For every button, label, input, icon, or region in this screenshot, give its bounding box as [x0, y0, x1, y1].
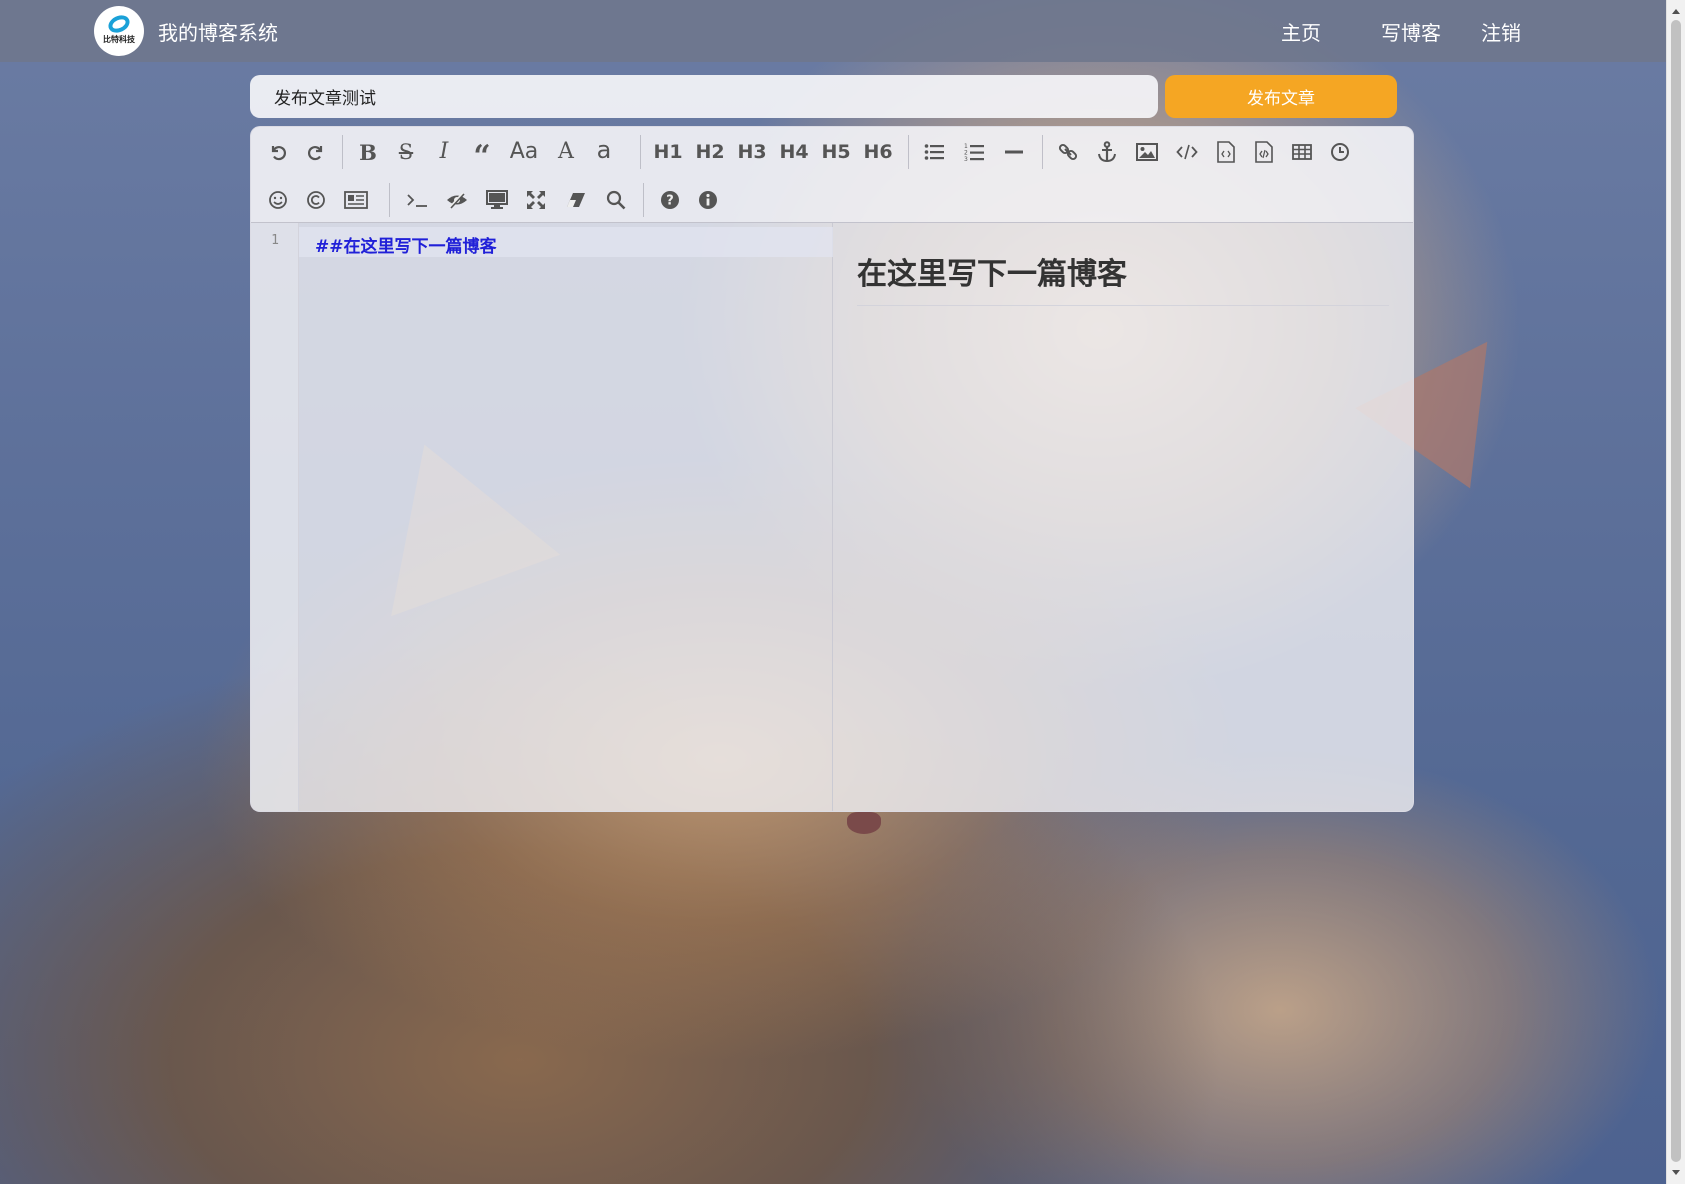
line-number: 1 [271, 233, 279, 248]
svg-text:3: 3 [964, 156, 968, 162]
site-title: 我的博客系统 [158, 21, 278, 45]
scroll-down-arrow-icon[interactable] [1672, 1170, 1680, 1175]
search-icon[interactable] [603, 185, 629, 215]
preformatted-code-icon[interactable] [1213, 137, 1239, 167]
h5-button[interactable]: H5 [821, 137, 851, 167]
datetime-icon[interactable] [1327, 137, 1353, 167]
scroll-up-arrow-icon[interactable] [1672, 9, 1680, 14]
code-block-icon[interactable] [1251, 137, 1277, 167]
toolbar-row: ? [251, 175, 1413, 223]
editor-toolbar: B S I “ Aa A a H1 H2 H3 H4 H5 H6 1 2 3 ? [251, 127, 1413, 223]
uppercase-icon[interactable]: Aa [507, 137, 541, 167]
redo-icon[interactable] [303, 137, 329, 167]
link-icon[interactable] [1055, 137, 1081, 167]
goto-line-icon[interactable] [403, 185, 431, 215]
article-title-input[interactable] [250, 75, 1158, 118]
toolbar-divider [643, 183, 644, 217]
table-icon[interactable] [1289, 137, 1315, 167]
info-icon[interactable] [695, 185, 721, 215]
toolbar-divider [640, 135, 641, 169]
svg-text:?: ? [666, 194, 674, 209]
code-icon[interactable] [1173, 137, 1201, 167]
markdown-source-pane[interactable]: 1 ##在这里写下一篇博客 [251, 223, 833, 811]
h1-button[interactable]: H1 [653, 137, 683, 167]
nav-write-blog-link[interactable]: 写博客 [1381, 17, 1441, 46]
watch-toggle-icon[interactable] [443, 185, 471, 215]
strikethrough-icon[interactable]: S [393, 137, 419, 167]
toolbar-divider [342, 135, 343, 169]
h6-button[interactable]: H6 [863, 137, 893, 167]
markdown-text-line[interactable]: ##在这里写下一篇博客 [315, 232, 497, 257]
toolbar-divider [1042, 135, 1043, 169]
preview-heading: 在这里写下一篇博客 [857, 249, 1389, 306]
quote-icon[interactable]: “ [469, 137, 495, 172]
nav-home-link[interactable]: 主页 [1281, 17, 1321, 46]
horizontal-rule-icon[interactable] [1001, 137, 1027, 167]
italic-icon[interactable]: I [431, 137, 457, 167]
undo-icon[interactable] [265, 137, 291, 167]
toolbar-row: B S I “ Aa A a H1 H2 H3 H4 H5 H6 1 2 3 [251, 127, 1413, 175]
pagebreak-icon[interactable] [341, 185, 371, 215]
h3-button[interactable]: H3 [737, 137, 767, 167]
nav-logout-link[interactable]: 注销 [1481, 17, 1521, 46]
ordered-list-icon[interactable]: 123 [961, 137, 987, 167]
ucwords-icon[interactable]: A [553, 137, 579, 167]
html-entities-icon[interactable] [303, 185, 329, 215]
toolbar-divider [908, 135, 909, 169]
line-number-gutter: 1 [251, 223, 299, 811]
preview-icon[interactable] [483, 185, 511, 215]
help-icon[interactable]: ? [657, 185, 683, 215]
site-logo[interactable]: 比特科技 [94, 6, 144, 56]
markdown-preview-pane: 在这里写下一篇博客 [833, 223, 1413, 811]
markdown-editor: B S I “ Aa A a H1 H2 H3 H4 H5 H6 1 2 3 ?… [250, 126, 1414, 812]
bold-icon[interactable]: B [355, 137, 381, 167]
h2-button[interactable]: H2 [695, 137, 725, 167]
h4-button[interactable]: H4 [779, 137, 809, 167]
image-icon[interactable] [1133, 137, 1161, 167]
scrollbar-thumb[interactable] [1671, 20, 1681, 1162]
anchor-icon[interactable] [1094, 137, 1120, 167]
toolbar-divider [389, 183, 390, 217]
cat-nose-shape [847, 812, 881, 834]
unordered-list-icon[interactable] [921, 137, 947, 167]
logo-text: 比特科技 [103, 34, 135, 44]
navbar: 比特科技 我的博客系统 主页 写博客 注销 [0, 0, 1666, 62]
emoji-icon[interactable] [265, 185, 291, 215]
clear-icon[interactable] [563, 185, 589, 215]
page-scrollbar[interactable] [1666, 0, 1685, 1184]
lowercase-icon[interactable]: a [591, 137, 617, 167]
logo-ring-icon [105, 11, 133, 36]
fullscreen-icon[interactable] [523, 185, 549, 215]
publish-button[interactable]: 发布文章 [1165, 75, 1397, 118]
